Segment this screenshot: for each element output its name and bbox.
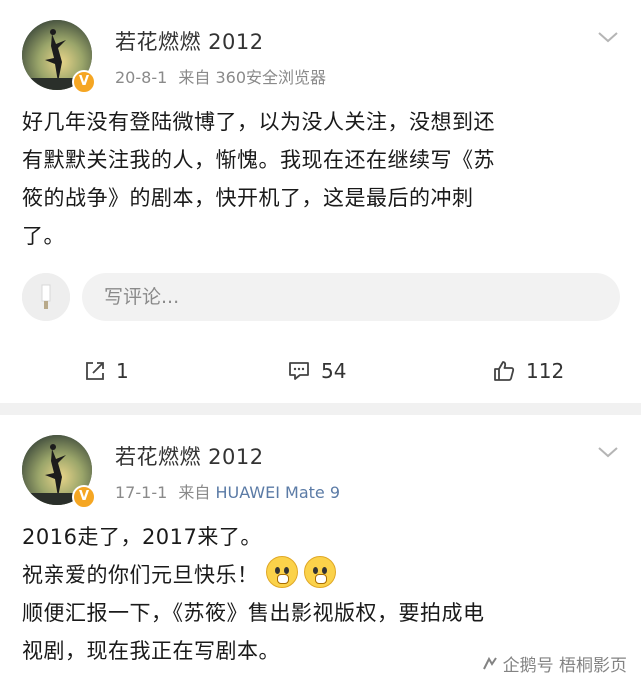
content-line: 了。 bbox=[22, 224, 65, 248]
chevron-down-icon[interactable] bbox=[597, 445, 619, 459]
post-meta: 20-8-1 来自 360安全浏览器 bbox=[115, 64, 326, 88]
comment-count: 54 bbox=[321, 359, 347, 383]
username[interactable]: 若花燃燃 2012 bbox=[115, 441, 264, 471]
repost-icon bbox=[86, 362, 104, 380]
verified-badge: V bbox=[72, 485, 96, 509]
content-line: 顺便汇报一下，《苏筱》售出影视版权，要拍成电 bbox=[22, 601, 485, 625]
weibo-post: V 若花燃燃 2012 17-1-1 来自 HUAWEI Mate 9 2016… bbox=[0, 415, 641, 686]
comment-button[interactable]: 54 bbox=[287, 346, 346, 396]
content-line: 好几年没有登陆微博了，以为没人关注，没想到还 bbox=[22, 110, 495, 134]
action-bar: 1 54 112 bbox=[0, 346, 641, 396]
my-avatar[interactable] bbox=[22, 273, 70, 321]
content-line: 有默默关注我的人，惭愧。我现在还在继续写《苏 bbox=[22, 148, 495, 172]
comment-row: 写评论... bbox=[22, 273, 622, 323]
weibo-post: V 若花燃燃 2012 20-8-1 来自 360安全浏览器 好几年没有登陆微博… bbox=[0, 0, 641, 403]
thumbs-up-icon bbox=[494, 361, 515, 381]
content-line-text: 祝亲爱的你们元旦快乐！ bbox=[22, 563, 259, 587]
comment-icon bbox=[289, 362, 309, 380]
chevron-down-icon[interactable] bbox=[597, 30, 619, 44]
repost-count: 1 bbox=[116, 359, 129, 383]
post-divider bbox=[0, 403, 641, 415]
username[interactable]: 若花燃燃 2012 bbox=[115, 26, 264, 56]
post-content: 2016走了，2017来了。 祝亲爱的你们元旦快乐！ 顺便汇报一下，《苏筱》售出… bbox=[22, 518, 622, 670]
like-button[interactable]: 112 bbox=[492, 346, 564, 396]
my-avatar-image bbox=[22, 273, 70, 321]
repost-button[interactable]: 1 bbox=[84, 346, 129, 396]
content-line: 2016走了，2017来了。 bbox=[22, 525, 262, 549]
content-line: 筱的战争》的剧本，快开机了，这是最后的冲刺 bbox=[22, 186, 474, 210]
source-prefix: 来自 bbox=[178, 483, 211, 502]
penguin-logo-icon bbox=[482, 656, 497, 669]
content-line-with-emoji: 祝亲爱的你们元旦快乐！ bbox=[22, 556, 622, 594]
source-prefix: 来自 bbox=[178, 68, 211, 87]
watermark-text: 企鹅号 梧桐影页 bbox=[502, 656, 627, 676]
comment-input[interactable]: 写评论... bbox=[82, 273, 620, 321]
source-name[interactable]: HUAWEI Mate 9 bbox=[215, 483, 340, 502]
watermark: 企鹅号 梧桐影页 bbox=[481, 651, 627, 676]
post-content: 好几年没有登陆微博了，以为没人关注，没想到还 有默默关注我的人，惭愧。我现在还在… bbox=[22, 103, 622, 255]
post-meta: 17-1-1 来自 HUAWEI Mate 9 bbox=[115, 479, 340, 503]
source-name: 360安全浏览器 bbox=[215, 68, 327, 87]
scared-face-emoji bbox=[265, 556, 298, 588]
verified-badge: V bbox=[72, 70, 96, 94]
post-date: 20-8-1 bbox=[115, 68, 168, 87]
post-date: 17-1-1 bbox=[115, 483, 168, 502]
like-count: 112 bbox=[526, 359, 565, 383]
scared-face-emoji bbox=[303, 556, 336, 588]
